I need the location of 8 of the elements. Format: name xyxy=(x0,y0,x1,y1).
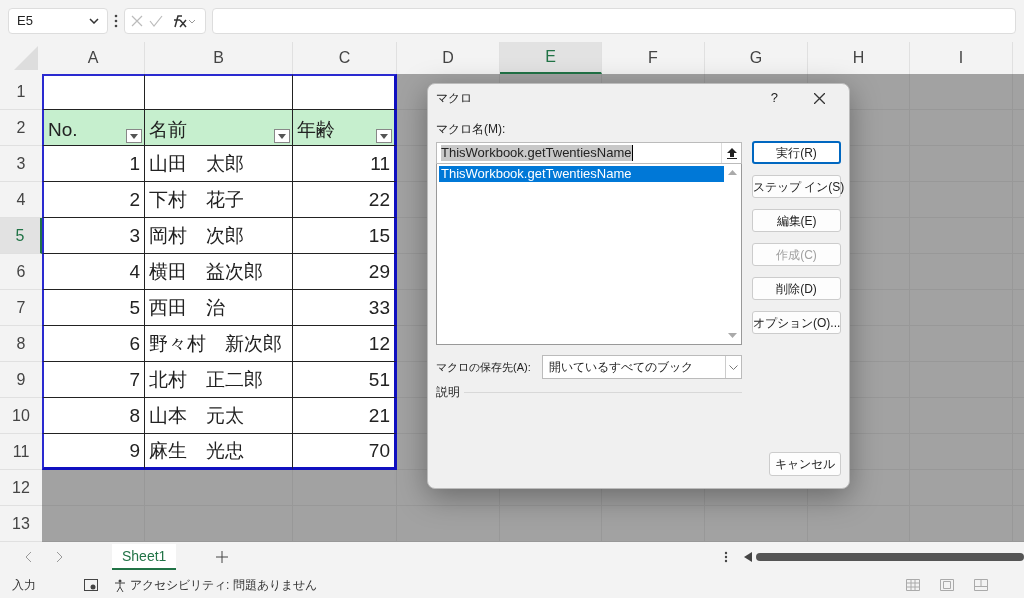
status-mode: 入力 xyxy=(12,577,36,595)
table-header: 名前 xyxy=(149,120,187,140)
dialog-title: マクロ xyxy=(436,90,472,107)
description-label: 説明 xyxy=(436,384,460,401)
store-label: マクロの保存先(A): xyxy=(436,359,532,375)
table-header: 年齢 xyxy=(297,120,335,140)
table-header: No. xyxy=(48,120,78,140)
macro-name-label: マクロ名(M): xyxy=(436,121,507,138)
